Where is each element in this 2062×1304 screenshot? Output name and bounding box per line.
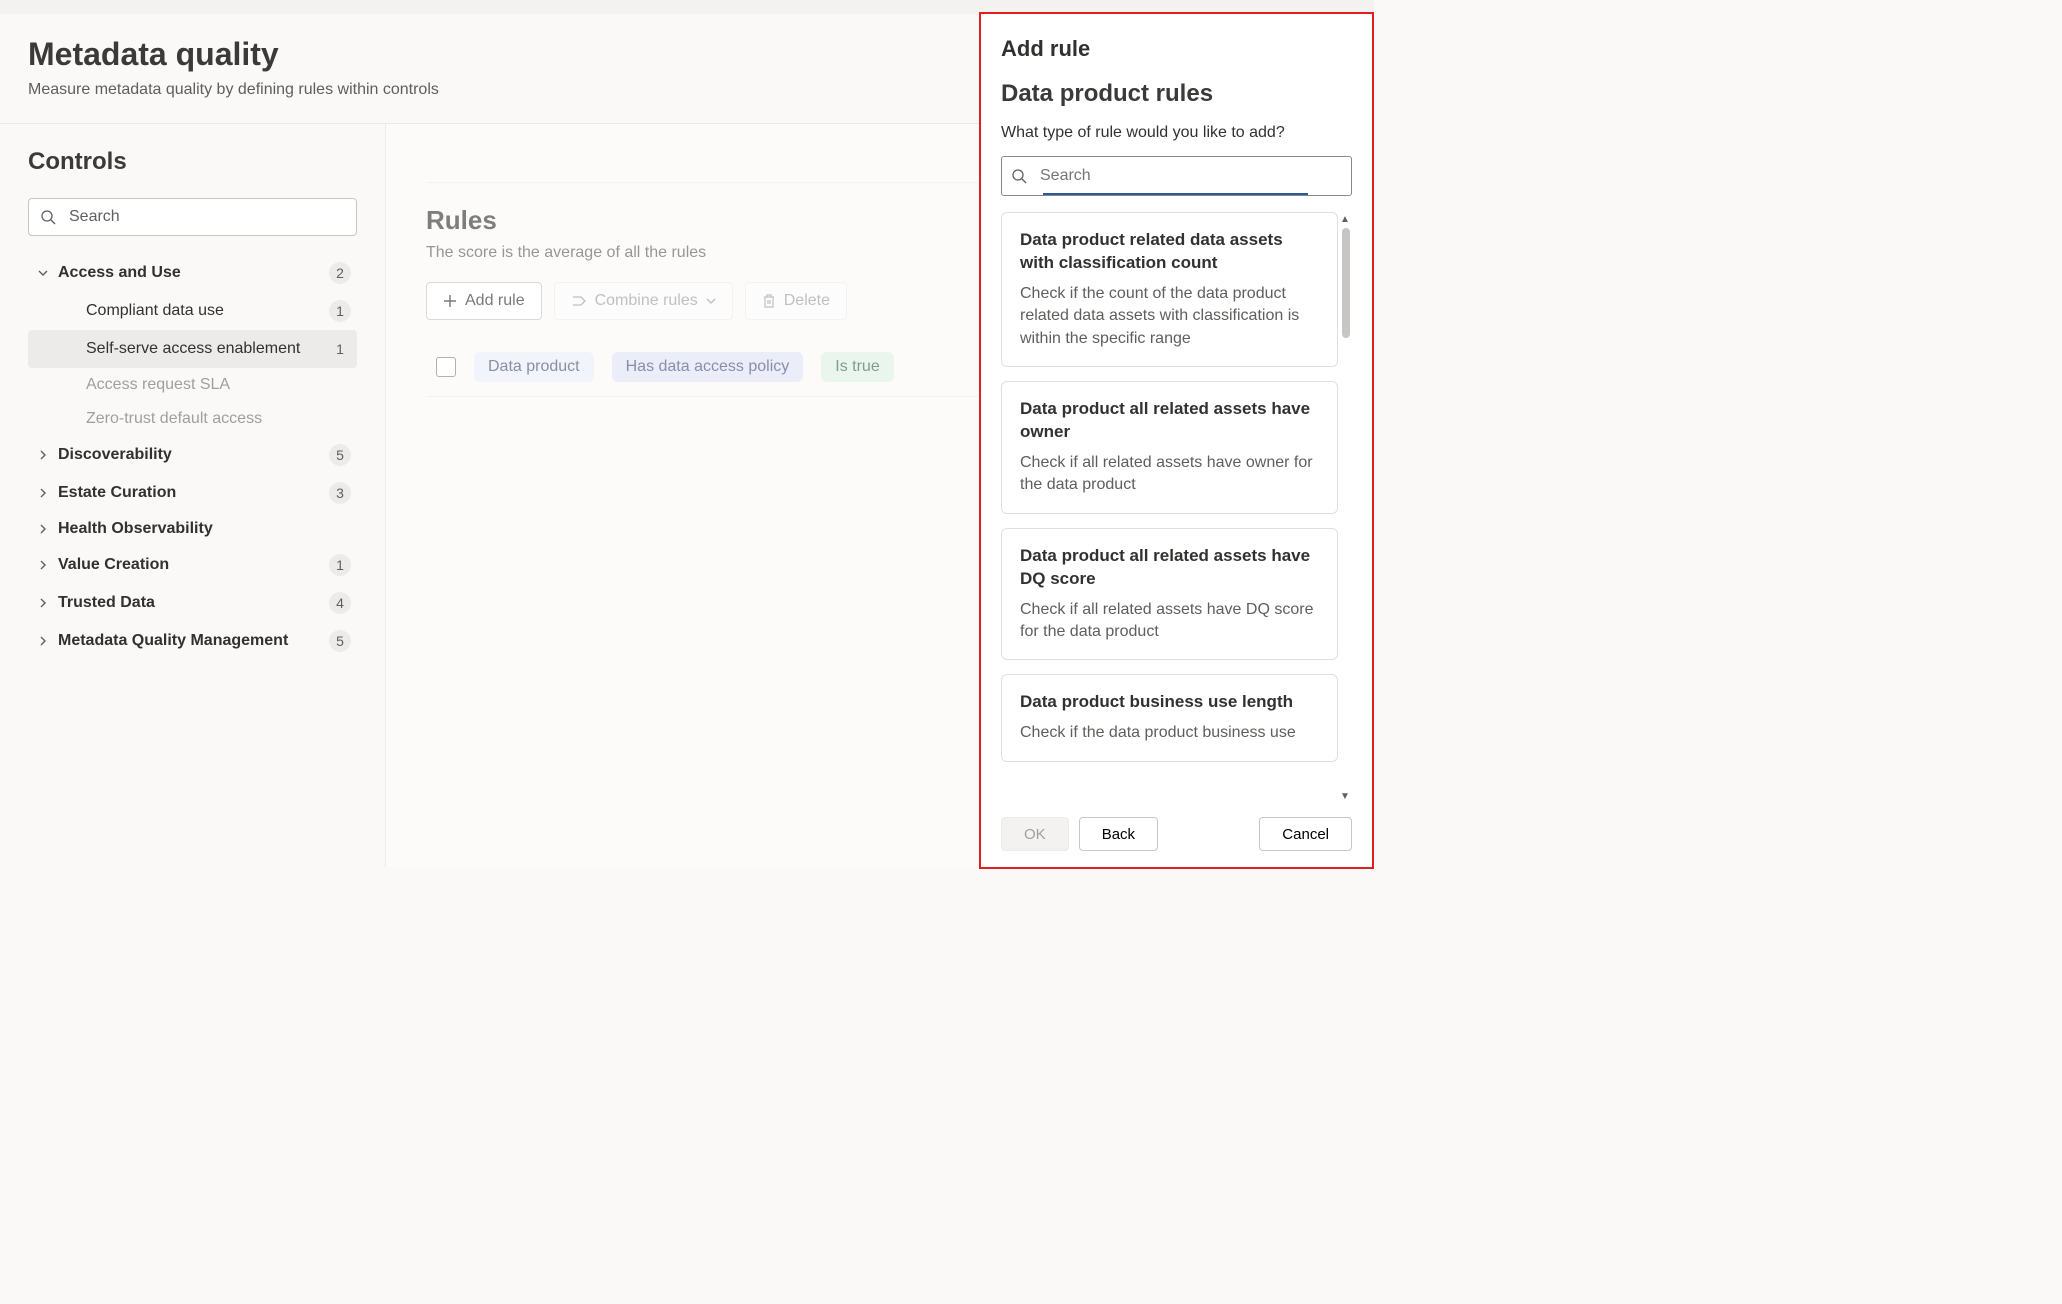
tree-count-badge: 1 — [329, 554, 351, 576]
tree-count-badge: 1 — [329, 300, 351, 322]
panel-body: Add rule Data product rules What type of… — [981, 14, 1372, 803]
tree-item-label: Zero-trust default access — [86, 410, 351, 428]
rule-option-card[interactable]: Data product all related assets have DQ … — [1001, 528, 1338, 661]
chevron-right-icon — [34, 636, 52, 646]
chevron-right-icon — [34, 560, 52, 570]
tree-count-badge: 5 — [329, 444, 351, 466]
tree-item-compliant-data-use[interactable]: Compliant data use 1 — [28, 292, 357, 330]
rule-option-desc: Check if the data product business use — [1020, 722, 1319, 744]
rule-options-list: ▲ ▼ Data product related data assets wit… — [1001, 212, 1352, 803]
panel-footer: OK Back Cancel — [981, 803, 1372, 867]
add-rule-button[interactable]: Add rule — [426, 282, 542, 320]
chevron-right-icon — [34, 598, 52, 608]
panel-title: Add rule — [1001, 36, 1352, 62]
sidebar-title: Controls — [28, 148, 357, 176]
tree-group-discoverability[interactable]: Discoverability 5 — [28, 436, 357, 474]
plus-icon — [443, 294, 457, 308]
panel-subtitle: Data product rules — [1001, 80, 1352, 108]
rule-option-card[interactable]: Data product all related assets have own… — [1001, 381, 1338, 514]
rule-option-card[interactable]: Data product business use length Check i… — [1001, 674, 1338, 761]
scroll-up-arrow[interactable]: ▲ — [1338, 212, 1352, 226]
tree-group-label: Value Creation — [58, 556, 329, 574]
scroll-down-arrow[interactable]: ▼ — [1338, 789, 1352, 803]
tree-item-access-request-sla: Access request SLA — [28, 368, 357, 402]
tree-group-label: Health Observability — [58, 520, 351, 538]
tree-group-health-observability[interactable]: Health Observability — [28, 512, 357, 546]
tree-item-label: Self-serve access enablement — [86, 340, 329, 358]
cancel-button[interactable]: Cancel — [1259, 817, 1352, 851]
sidebar-search — [28, 198, 357, 236]
trash-icon — [762, 294, 776, 308]
rule-checkbox[interactable] — [436, 357, 456, 377]
search-icon — [40, 209, 56, 225]
chevron-right-icon — [34, 450, 52, 460]
tree-group-value-creation[interactable]: Value Creation 1 — [28, 546, 357, 584]
tree-item-zero-trust: Zero-trust default access — [28, 402, 357, 436]
tree-count-badge: 2 — [329, 262, 351, 284]
tree-count-badge: 3 — [329, 482, 351, 504]
tree-group-trusted-data[interactable]: Trusted Data 4 — [28, 584, 357, 622]
rule-option-title: Data product related data assets with cl… — [1020, 229, 1319, 275]
rule-value-pill: Is true — [821, 352, 893, 382]
panel-search-input[interactable] — [1001, 156, 1352, 196]
tree-group-label: Metadata Quality Management — [58, 632, 329, 650]
app-root: Metadata quality Measure metadata qualit… — [0, 0, 1374, 869]
tree-group-label: Discoverability — [58, 446, 329, 464]
tree-group-metadata-quality-mgmt[interactable]: Metadata Quality Management 5 — [28, 622, 357, 660]
button-label: Delete — [784, 292, 830, 310]
tree-item-self-serve-access[interactable]: Self-serve access enablement 1 — [28, 330, 357, 368]
tree-item-label: Access request SLA — [86, 376, 351, 394]
rule-option-desc: Check if all related assets have DQ scor… — [1020, 599, 1319, 644]
tree-group-label: Estate Curation — [58, 484, 329, 502]
ok-button: OK — [1001, 817, 1069, 851]
tree-group-estate-curation[interactable]: Estate Curation 3 — [28, 474, 357, 512]
rule-option-title: Data product all related assets have DQ … — [1020, 545, 1319, 591]
add-rule-panel: Add rule Data product rules What type of… — [979, 12, 1374, 869]
rule-entity-pill: Data product — [474, 352, 594, 382]
chevron-right-icon — [34, 524, 52, 534]
combine-icon — [571, 294, 587, 308]
tree-group-access-and-use[interactable]: Access and Use 2 — [28, 254, 357, 292]
combine-rules-button: Combine rules — [554, 282, 733, 320]
tree-item-label: Compliant data use — [86, 302, 329, 320]
panel-search — [1001, 156, 1352, 196]
chevron-right-icon — [34, 488, 52, 498]
sidebar-search-input[interactable] — [28, 198, 357, 236]
delete-button: Delete — [745, 282, 847, 320]
scroll-thumb[interactable] — [1342, 228, 1350, 338]
controls-tree: Access and Use 2 Compliant data use 1 Se… — [28, 254, 357, 660]
tree-group-label: Access and Use — [58, 264, 329, 282]
chevron-down-icon — [706, 296, 716, 306]
tree-count-badge: 5 — [329, 630, 351, 652]
rule-option-title: Data product all related assets have own… — [1020, 398, 1319, 444]
sidebar: Controls Access and Use 2 Compliant da — [0, 124, 386, 867]
tree-group-label: Trusted Data — [58, 594, 329, 612]
back-button[interactable]: Back — [1079, 817, 1158, 851]
button-label: Combine rules — [595, 292, 698, 310]
tree-count-badge: 4 — [329, 592, 351, 614]
rule-option-desc: Check if all related assets have owner f… — [1020, 452, 1319, 497]
rule-option-desc: Check if the count of the data product r… — [1020, 283, 1319, 350]
rule-field-pill: Has data access policy — [612, 352, 804, 382]
chevron-down-icon — [34, 268, 52, 278]
focus-underline — [1043, 193, 1308, 195]
panel-question: What type of rule would you like to add? — [1001, 124, 1352, 142]
search-icon — [1011, 168, 1027, 184]
rule-option-card[interactable]: Data product related data assets with cl… — [1001, 212, 1338, 367]
tree-count-badge: 1 — [329, 338, 351, 360]
button-label: Add rule — [465, 292, 525, 310]
rule-option-title: Data product business use length — [1020, 691, 1319, 714]
